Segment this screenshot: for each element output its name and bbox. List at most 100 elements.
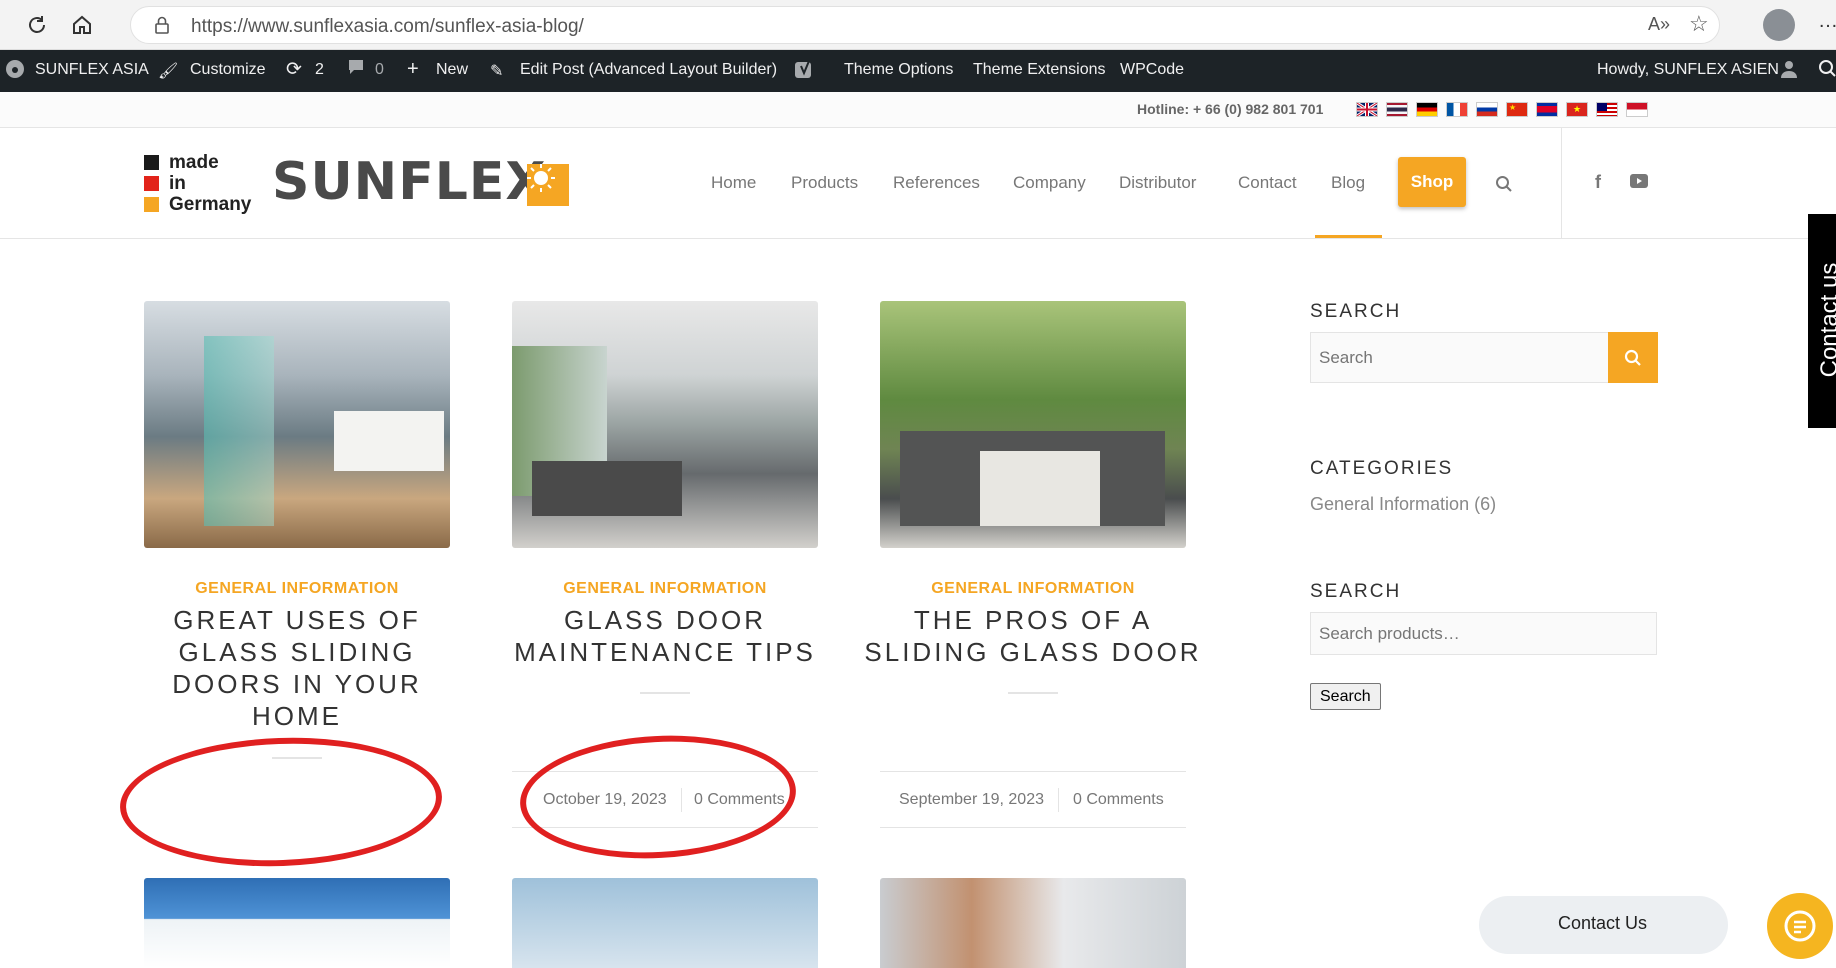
malaysian-flag-icon[interactable] xyxy=(1596,102,1618,117)
chat-launcher-button[interactable] xyxy=(1767,893,1833,959)
dashboard-icon[interactable] xyxy=(5,59,25,84)
post-meta: September 19, 2023 0 Comments xyxy=(880,771,1186,828)
post-category[interactable]: GENERAL INFORMATION xyxy=(512,580,818,598)
brand-name: SUNFLEX xyxy=(272,152,547,212)
contact-us-tab[interactable]: Contact us xyxy=(1808,214,1836,428)
lock-icon[interactable] xyxy=(153,15,171,40)
theme-extensions-link[interactable]: Theme Extensions xyxy=(973,61,1106,79)
chinese-flag-icon[interactable]: ★ xyxy=(1506,102,1528,117)
new-link[interactable]: New xyxy=(436,61,468,79)
post-title-line[interactable]: GLASS SLIDING xyxy=(127,636,467,668)
search-submit-button[interactable] xyxy=(1608,332,1658,383)
post-title[interactable]: GREAT USES OF GLASS SLIDING DOORS IN YOU… xyxy=(127,604,467,732)
sidebar-search-heading: SEARCH xyxy=(1310,301,1402,322)
post-category[interactable]: GENERAL INFORMATION xyxy=(144,580,450,598)
read-aloud-icon[interactable]: A» xyxy=(1648,14,1670,35)
chat-icon xyxy=(1784,910,1816,942)
made-in-germany-logo[interactable]: made in Germany xyxy=(144,152,251,218)
post-separator xyxy=(1008,692,1058,694)
post-title-line[interactable]: GLASS DOOR xyxy=(495,604,835,636)
sidebar-categories-heading: CATEGORIES xyxy=(1310,458,1454,479)
reload-icon[interactable] xyxy=(22,10,52,40)
post-comments[interactable]: 0 Comments xyxy=(1073,791,1164,809)
product-search-button[interactable]: Search xyxy=(1310,683,1381,710)
post-category[interactable]: GENERAL INFORMATION xyxy=(880,580,1186,598)
chat-label[interactable]: Contact Us xyxy=(1558,913,1647,934)
indonesian-flag-icon[interactable] xyxy=(1626,102,1648,117)
comments-icon[interactable] xyxy=(347,58,365,81)
profile-avatar[interactable] xyxy=(1763,9,1795,41)
updates-icon[interactable]: ⟳ xyxy=(286,58,302,81)
post-title[interactable]: THE PROS OF A SLIDING GLASS DOOR xyxy=(863,604,1203,668)
post-title-line[interactable]: DOORS IN YOUR xyxy=(127,668,467,700)
nav-active-indicator xyxy=(1315,235,1382,238)
product-search-input[interactable] xyxy=(1310,612,1657,655)
yoast-icon[interactable] xyxy=(794,59,816,86)
chat-label-bubble[interactable]: Contact Us xyxy=(1479,896,1728,954)
plus-icon[interactable]: + xyxy=(407,58,419,81)
shop-button[interactable]: Shop xyxy=(1398,157,1466,207)
brush-icon[interactable]: 🖌 xyxy=(158,61,178,81)
category-link[interactable]: General Information (6) xyxy=(1310,494,1496,515)
vietnamese-flag-icon[interactable]: ★ xyxy=(1566,102,1588,117)
customize-link[interactable]: Customize xyxy=(190,61,266,79)
comments-count[interactable]: 0 xyxy=(375,61,384,79)
annotation-circle xyxy=(516,728,800,866)
logo-line-1: made xyxy=(169,152,219,173)
post-date[interactable]: September 19, 2023 xyxy=(899,791,1044,809)
post-separator xyxy=(640,692,690,694)
header-search-icon[interactable] xyxy=(1495,175,1513,198)
thai-flag-icon[interactable] xyxy=(1386,102,1408,117)
site-name-link[interactable]: SUNFLEX ASIA xyxy=(35,61,149,79)
search-field-wrapper xyxy=(1310,332,1658,383)
nav-products[interactable]: Products xyxy=(791,173,858,193)
browser-toolbar: https://www.sunflexasia.com/sunflex-asia… xyxy=(0,0,1836,50)
logo-line-2: in xyxy=(169,173,186,194)
nav-distributor[interactable]: Distributor xyxy=(1119,173,1196,193)
pencil-icon[interactable]: ✎ xyxy=(490,61,503,81)
nav-company[interactable]: Company xyxy=(1013,173,1086,193)
favorite-star-icon[interactable]: ☆ xyxy=(1689,11,1709,37)
uk-flag-icon[interactable] xyxy=(1356,101,1378,118)
post-image[interactable] xyxy=(144,878,450,968)
post-title-line[interactable]: MAINTENANCE TIPS xyxy=(495,636,835,668)
admin-search-icon[interactable] xyxy=(1818,59,1836,84)
nav-contact[interactable]: Contact xyxy=(1238,173,1297,193)
address-bar[interactable]: https://www.sunflexasia.com/sunflex-asia… xyxy=(130,6,1720,44)
edit-post-link[interactable]: Edit Post (Advanced Layout Builder) xyxy=(520,61,777,79)
nav-blog[interactable]: Blog xyxy=(1331,173,1365,193)
post-title-line[interactable]: GREAT USES OF xyxy=(127,604,467,636)
post-image[interactable] xyxy=(880,878,1186,968)
post-title-line[interactable]: THE PROS OF A xyxy=(863,604,1203,636)
nav-home[interactable]: Home xyxy=(711,173,756,193)
youtube-icon[interactable] xyxy=(1630,174,1648,193)
post-image[interactable] xyxy=(512,878,818,968)
russian-flag-icon[interactable] xyxy=(1476,102,1498,117)
search-icon xyxy=(1624,349,1641,366)
cambodian-flag-icon[interactable] xyxy=(1536,102,1558,117)
contact-us-tab-label[interactable]: Contact us xyxy=(1816,230,1836,410)
post-image[interactable] xyxy=(512,301,818,548)
nav-references[interactable]: References xyxy=(893,173,980,193)
user-icon[interactable] xyxy=(1779,59,1799,84)
french-flag-icon[interactable] xyxy=(1446,102,1468,117)
german-flag-icon[interactable] xyxy=(1416,102,1438,117)
post-title[interactable]: GLASS DOOR MAINTENANCE TIPS xyxy=(495,604,835,668)
facebook-icon[interactable]: f xyxy=(1595,172,1601,193)
sun-icon xyxy=(527,164,569,206)
post-title-line[interactable]: SLIDING GLASS DOOR xyxy=(863,636,1203,668)
theme-options-link[interactable]: Theme Options xyxy=(844,61,953,79)
search-input[interactable] xyxy=(1311,333,1602,382)
site-header: made in Germany SUNFLEX Home Products Re… xyxy=(0,128,1836,239)
hotline-text: Hotline: + 66 (0) 982 801 701 xyxy=(1137,101,1324,117)
more-menu-icon[interactable]: … xyxy=(1818,10,1836,33)
howdy-user[interactable]: Howdy, SUNFLEX ASIEN xyxy=(1597,61,1779,79)
url-text[interactable]: https://www.sunflexasia.com/sunflex-asia… xyxy=(191,16,584,38)
post-image[interactable] xyxy=(144,301,450,548)
logo-line-3: Germany xyxy=(169,194,252,215)
post-image[interactable] xyxy=(880,301,1186,548)
home-icon[interactable] xyxy=(67,10,97,40)
wpcode-link[interactable]: WPCode xyxy=(1120,61,1184,79)
updates-count[interactable]: 2 xyxy=(315,61,324,79)
post-title-line[interactable]: HOME xyxy=(127,700,467,732)
